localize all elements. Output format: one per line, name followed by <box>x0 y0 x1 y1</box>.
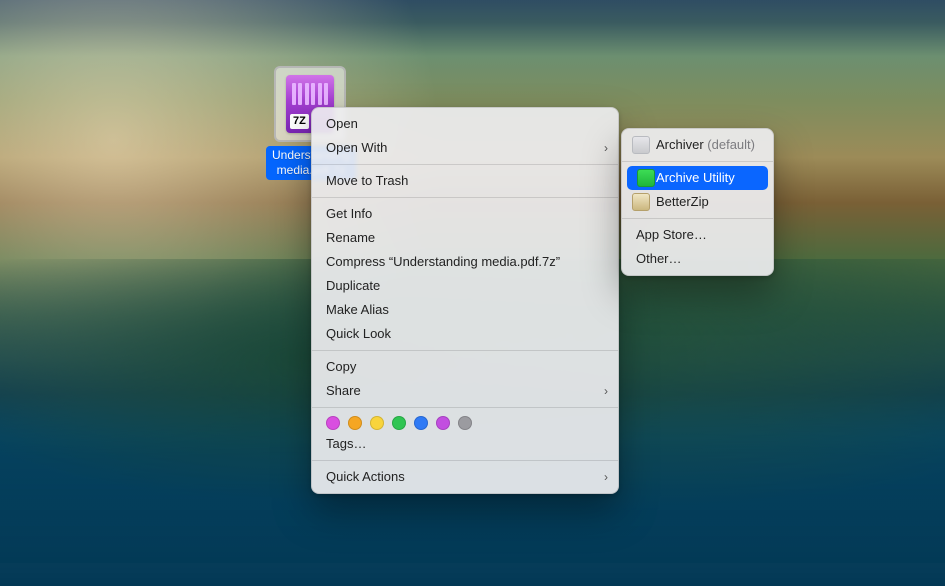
tag-color-row <box>312 412 618 432</box>
file-extension-badge: 7Z <box>290 114 309 129</box>
menu-get-info[interactable]: Get Info <box>312 202 618 226</box>
menu-tags[interactable]: Tags… <box>312 432 618 456</box>
submenu-archiver[interactable]: Archiver (default) <box>622 133 773 157</box>
app-icon <box>632 193 650 211</box>
tag-dot[interactable] <box>414 416 428 430</box>
app-icon <box>632 136 650 154</box>
menu-separator <box>622 218 773 219</box>
tag-dot[interactable] <box>370 416 384 430</box>
open-with-submenu: Archiver (default) Archive Utility Bette… <box>621 128 774 276</box>
menu-separator <box>312 350 618 351</box>
menu-separator <box>622 161 773 162</box>
tag-dot[interactable] <box>326 416 340 430</box>
tag-dot[interactable] <box>458 416 472 430</box>
submenu-archive-utility[interactable]: Archive Utility <box>627 166 768 190</box>
context-menu: Open Open With › Move to Trash Get Info … <box>311 107 619 494</box>
menu-separator <box>312 197 618 198</box>
submenu-betterzip[interactable]: BetterZip <box>622 190 773 214</box>
menu-duplicate[interactable]: Duplicate <box>312 274 618 298</box>
menu-rename[interactable]: Rename <box>312 226 618 250</box>
menu-move-to-trash[interactable]: Move to Trash <box>312 169 618 193</box>
menu-make-alias[interactable]: Make Alias <box>312 298 618 322</box>
tag-dot[interactable] <box>392 416 406 430</box>
menu-open-with[interactable]: Open With › <box>312 136 618 160</box>
chevron-right-icon: › <box>604 468 608 486</box>
submenu-other[interactable]: Other… <box>622 247 773 271</box>
menu-separator <box>312 460 618 461</box>
chevron-right-icon: › <box>604 382 608 400</box>
tag-dot[interactable] <box>348 416 362 430</box>
app-icon <box>637 169 655 187</box>
menu-open[interactable]: Open <box>312 112 618 136</box>
menu-separator <box>312 407 618 408</box>
menu-copy[interactable]: Copy <box>312 355 618 379</box>
menu-share[interactable]: Share › <box>312 379 618 403</box>
menu-quick-look[interactable]: Quick Look <box>312 322 618 346</box>
menu-separator <box>312 164 618 165</box>
menu-quick-actions[interactable]: Quick Actions › <box>312 465 618 489</box>
menu-compress[interactable]: Compress “Understanding media.pdf.7z” <box>312 250 618 274</box>
submenu-app-store[interactable]: App Store… <box>622 223 773 247</box>
tag-dot[interactable] <box>436 416 450 430</box>
chevron-right-icon: › <box>604 139 608 157</box>
